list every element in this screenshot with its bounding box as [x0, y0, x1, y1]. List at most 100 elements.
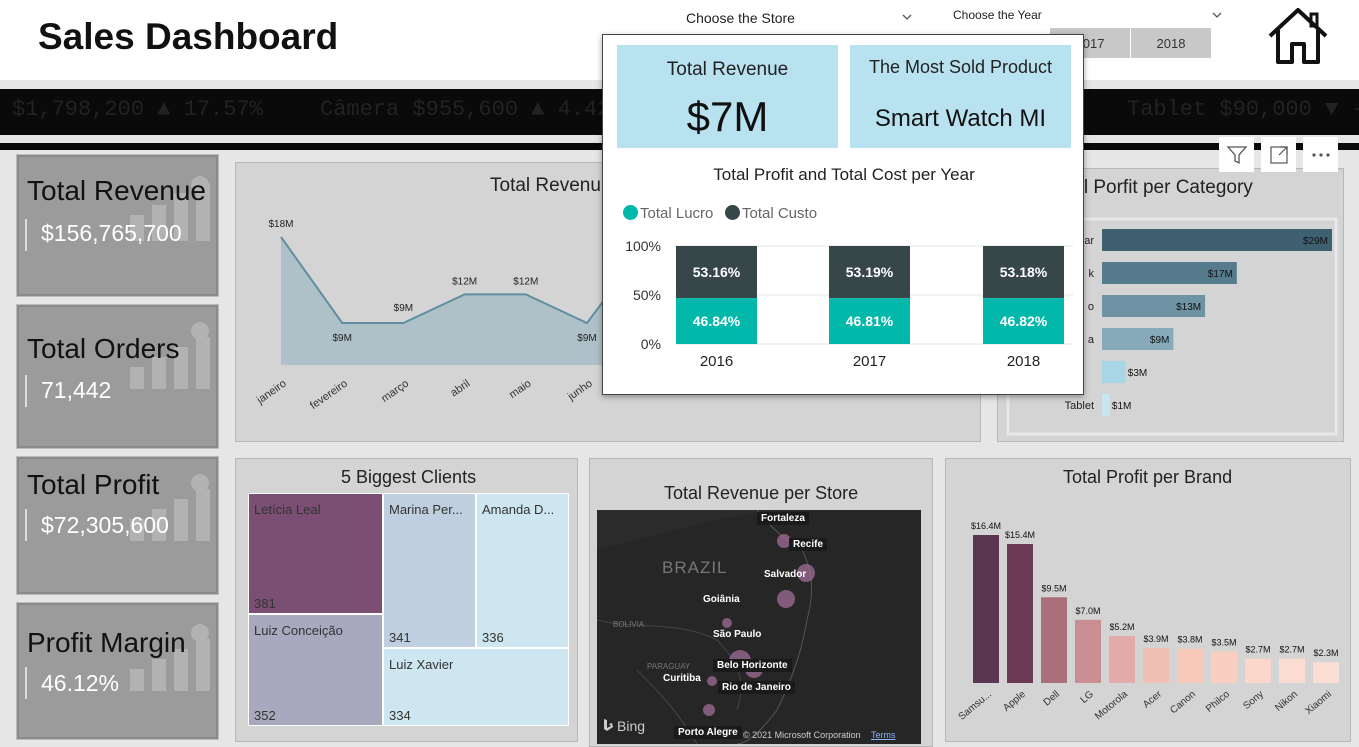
y-tick-label: Tablet — [1065, 400, 1094, 412]
brand-bar — [1075, 619, 1101, 683]
category-bar — [1102, 229, 1332, 251]
treemap-cell[interactable]: Amanda D... 336 — [476, 493, 569, 648]
brand-bar — [1211, 651, 1237, 683]
data-label: $3.8M — [1177, 635, 1202, 645]
city-label: Belo Horizonte — [713, 659, 792, 672]
treemap-cell[interactable]: Letícia Leal 381 — [248, 493, 383, 614]
x-tick-label: 2017 — [853, 353, 886, 370]
ticker-item: $1,798,200 ▲ 17.57% — [12, 97, 263, 122]
y-tick-label: 50% — [633, 287, 661, 303]
kpi-accent-bar — [25, 219, 27, 251]
category-bar — [1102, 361, 1126, 383]
biggest-clients-panel: 5 Biggest Clients Letícia Leal 381 Marin… — [235, 458, 578, 742]
kpi-value: 46.12% — [41, 670, 120, 696]
y-tick-label: k — [1089, 268, 1095, 280]
chevron-down-icon[interactable] — [902, 12, 912, 22]
x-tick-label: Apple — [1001, 689, 1028, 714]
kpi-title: Total Revenue — [27, 175, 207, 206]
more-options-icon[interactable] — [1303, 137, 1338, 172]
data-label: $12M — [513, 276, 538, 287]
home-icon[interactable] — [1266, 6, 1330, 66]
store-bubble[interactable] — [722, 618, 732, 628]
data-label: $9M — [577, 333, 596, 344]
tooltip-popup: Total Revenue $7M The Most Sold Product … — [602, 34, 1084, 395]
data-label: $16.4M — [971, 521, 1001, 531]
y-tick-label: o — [1088, 301, 1094, 313]
brand-bar — [973, 535, 999, 683]
city-label: Fortaleza — [757, 512, 809, 525]
filter-icon[interactable] — [1219, 137, 1254, 172]
brazil-map-outline — [597, 510, 921, 744]
profit-cost-stacked-chart[interactable]: 100% 50% 0% 53.16% 46.84% 2016 53.19% 46.81% 201… — [603, 35, 1085, 396]
brand-bar — [1313, 662, 1339, 683]
map-attribution: © 2021 Microsoft Corporation — [743, 730, 861, 740]
x-tick-label: Samsu... — [957, 689, 994, 723]
data-label: 46.81% — [846, 313, 894, 329]
kpi-total-profit: Total Profit $72,305,600 — [17, 457, 218, 594]
treemap-cell[interactable]: Luiz Xavier 334 — [383, 648, 569, 726]
client-value: 334 — [389, 708, 411, 723]
client-name: Marina Per... — [389, 502, 463, 517]
data-label: $9M — [332, 333, 351, 344]
x-tick-label: Xiaomi — [1303, 689, 1333, 717]
terms-link[interactable]: Terms — [871, 730, 896, 740]
client-name: Amanda D... — [482, 502, 555, 517]
store-bubble[interactable] — [777, 590, 795, 608]
x-tick-label: 2016 — [700, 353, 733, 370]
kpi-value: 71,442 — [41, 377, 112, 403]
brand-bar — [1041, 597, 1067, 683]
data-label: 53.18% — [1000, 264, 1048, 280]
data-label: $9M — [394, 303, 413, 314]
store-map[interactable]: BRAZIL BOLIVIA PARAGUAY Fortaleza Recife… — [597, 510, 921, 744]
profit-by-brand-panel: Total Profit per Brand $16.4M Samsu... $15… — [945, 458, 1351, 742]
store-bubble[interactable] — [707, 676, 717, 686]
data-label: $18M — [268, 219, 293, 230]
brand-bar — [1007, 544, 1033, 683]
treemap-cell[interactable]: Luiz Conceição 352 — [248, 614, 383, 726]
x-tick-label: Nikon — [1273, 689, 1300, 714]
category-bar — [1102, 394, 1110, 416]
treemap-cell[interactable]: Marina Per... 341 — [383, 493, 476, 648]
region-label: BOLIVIA — [613, 620, 645, 629]
city-label: Salvador — [764, 569, 807, 580]
region-label: PARAGUAY — [647, 662, 691, 671]
bing-logo-icon — [604, 719, 613, 731]
client-name: Letícia Leal — [254, 502, 321, 517]
kpi-value: $72,305,600 — [41, 512, 169, 538]
data-label: 46.84% — [693, 313, 741, 329]
client-value: 336 — [482, 630, 504, 645]
data-label: $12M — [452, 276, 477, 287]
x-tick-label: Philco — [1204, 689, 1232, 715]
city-label: São Paulo — [713, 629, 762, 640]
brand-bar — [1177, 648, 1203, 683]
x-tick-label: junho — [565, 378, 595, 404]
data-label: $7.0M — [1075, 606, 1100, 616]
data-label: $3.5M — [1211, 637, 1236, 647]
data-label: $5.2M — [1109, 622, 1134, 632]
chevron-down-icon[interactable] — [1212, 10, 1222, 20]
brand-bar — [1109, 636, 1135, 683]
client-value: 352 — [254, 708, 276, 723]
brand-bar — [1245, 658, 1271, 683]
kpi-title: Total Orders — [27, 333, 180, 364]
city-label: Curitiba — [663, 673, 701, 684]
data-label: $29M — [1303, 236, 1328, 247]
x-tick-label: março — [379, 378, 411, 405]
data-label: $17M — [1208, 269, 1233, 280]
data-label: $3.9M — [1143, 634, 1168, 644]
data-label: $9M — [1150, 335, 1169, 346]
store-bubble[interactable] — [703, 704, 715, 716]
data-label: $2.7M — [1245, 645, 1270, 655]
client-name: Luiz Xavier — [389, 657, 454, 672]
focus-mode-icon[interactable] — [1261, 137, 1296, 172]
y-tick-label: a — [1088, 334, 1095, 346]
panel-title: Total Revenue per Store — [664, 483, 859, 503]
x-tick-label: janeiro — [254, 378, 289, 407]
city-label: Goiânia — [703, 594, 740, 605]
year-button-2018[interactable]: 2018 — [1131, 28, 1211, 58]
kpi-value: $156,765,700 — [41, 220, 182, 246]
brand-bar-chart[interactable]: $16.4M Samsu... $15.4M Apple $9.5M Dell $7.0M L… — [946, 459, 1352, 743]
year-filter-label[interactable]: Choose the Year — [953, 8, 1042, 22]
x-tick-label: Sony — [1241, 689, 1266, 712]
store-filter-label[interactable]: Choose the Store — [686, 10, 795, 26]
